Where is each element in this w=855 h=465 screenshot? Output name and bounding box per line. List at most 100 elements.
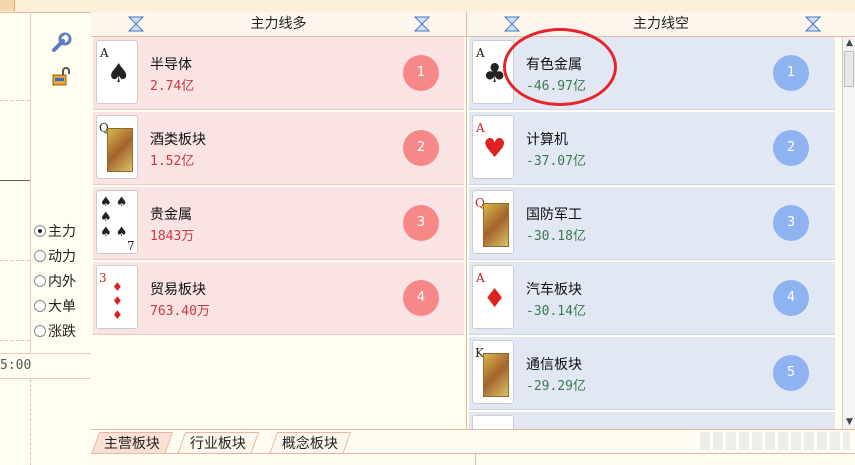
sector-name: 计算机 — [526, 132, 568, 148]
grid-line — [0, 100, 30, 101]
playing-card: A ♥ — [472, 115, 514, 179]
radio-dongli[interactable]: 动力 — [34, 245, 76, 267]
rank-badge: 5 — [773, 355, 809, 391]
radio-zhuli[interactable]: 主力 — [34, 220, 76, 242]
radio-zhangdie[interactable]: 涨跌 — [34, 320, 76, 342]
corner-button[interactable] — [0, 0, 15, 11]
radio-button[interactable] — [34, 300, 46, 312]
radio-button[interactable] — [34, 225, 46, 237]
lower-chart-area — [0, 378, 90, 465]
spade-icon: ♠ — [107, 59, 131, 89]
card-rank: A — [476, 121, 485, 135]
rank-badge: 3 — [403, 205, 439, 241]
rank-badge: 2 — [773, 130, 809, 166]
chart-baseline — [0, 180, 30, 181]
face-card-art — [107, 128, 133, 172]
expand-icon[interactable] — [127, 16, 145, 32]
list-item[interactable]: A ♥ 计算机 -37.07亿 2 — [469, 112, 835, 185]
radio-button[interactable] — [34, 275, 46, 287]
scroll-up-icon[interactable]: ▲ — [843, 37, 855, 50]
sector-value: 1.52亿 — [150, 154, 195, 169]
collapse-icon[interactable] — [413, 16, 431, 32]
radio-button[interactable] — [34, 250, 46, 262]
heart-icon: ♥ — [483, 134, 507, 164]
expand-icon[interactable] — [503, 16, 521, 32]
face-card-art — [483, 353, 509, 397]
sector-value: -37.07亿 — [526, 154, 586, 169]
tab-label: 概念板块 — [281, 436, 338, 452]
rank-badge: 1 — [773, 55, 809, 91]
grid-line — [0, 340, 30, 341]
playing-card: A ♦ — [472, 265, 514, 329]
list-item[interactable] — [469, 412, 835, 430]
scrollbar-thumb[interactable] — [844, 51, 854, 87]
playing-card: A ♠ — [96, 40, 138, 104]
status-bar — [91, 453, 855, 465]
tab-industry[interactable]: 行业板块 — [176, 432, 260, 455]
list-item[interactable]: 3 ♦ ♦ ♦ 贸易板块 763.40万 4 — [93, 262, 464, 335]
radio-label: 内外 — [48, 274, 76, 290]
card-rank: A — [476, 46, 485, 60]
rank-badge: 2 — [403, 130, 439, 166]
diamond-icon: ♦ — [483, 284, 507, 314]
panel-title: 主力线空 — [633, 16, 689, 32]
sector-value: -30.14亿 — [526, 304, 586, 319]
rank-badge: 4 — [403, 280, 439, 316]
sector-name: 汽车板块 — [526, 282, 582, 298]
list-item[interactable]: K 通信板块 -29.29亿 5 — [469, 337, 835, 410]
list-item[interactable]: A ♠ 半导体 2.74亿 1 — [93, 37, 464, 110]
mini-chart-area — [0, 12, 31, 353]
playing-card: Q — [96, 115, 138, 179]
panel-title: 主力线多 — [250, 16, 307, 32]
radio-button[interactable] — [34, 325, 46, 337]
sector-name: 贸易板块 — [150, 282, 206, 298]
wrench-icon[interactable] — [50, 32, 72, 54]
rank-badge: 4 — [773, 280, 809, 316]
grid-line — [0, 260, 30, 261]
time-label: 5:00 — [0, 358, 32, 373]
spade-icon: ♠ ♠ ♠ ♠ ♠ — [100, 195, 128, 240]
watermark — [700, 432, 850, 450]
collapse-icon[interactable] — [804, 16, 822, 32]
tab-main-business[interactable]: 主营板块 — [90, 432, 174, 455]
radio-label: 大单 — [48, 299, 76, 315]
unlock-icon[interactable] — [50, 66, 72, 88]
tab-label: 行业板块 — [189, 436, 246, 452]
highlight-annotation — [503, 28, 617, 106]
rank-badge: 3 — [773, 205, 809, 241]
playing-card: 3 ♦ ♦ ♦ — [96, 265, 138, 329]
bullish-panel: 主力线多 A ♠ 半导体 2.74亿 1 Q 酒类板块 1.52亿 2 7 ♠ ♠ ♠… — [91, 12, 467, 429]
radio-label: 动力 — [48, 249, 76, 265]
card-rank: 7 — [127, 239, 135, 253]
panel-header: 主力线空 — [467, 12, 855, 37]
playing-card: K — [472, 340, 514, 404]
radio-label: 涨跌 — [48, 324, 76, 340]
playing-card: 7 ♠ ♠ ♠ ♠ ♠ — [96, 190, 138, 254]
list-item[interactable]: 7 ♠ ♠ ♠ ♠ ♠ 贵金属 1843万 3 — [93, 187, 464, 260]
sector-value: -29.29亿 — [526, 379, 586, 394]
sector-value: 1843万 — [150, 229, 195, 244]
list-item[interactable]: Q 国防军工 -30.18亿 3 — [469, 187, 835, 260]
vertical-scrollbar[interactable]: ▲ ▼ — [842, 37, 855, 429]
sector-name: 国防军工 — [526, 207, 582, 223]
card-rank: A — [100, 46, 109, 60]
radio-dadan[interactable]: 大单 — [34, 295, 76, 317]
sector-name: 半导体 — [150, 57, 192, 73]
panel-header: 主力线多 — [91, 12, 466, 37]
list-item[interactable]: A ♦ 汽车板块 -30.14亿 4 — [469, 262, 835, 335]
playing-card — [472, 415, 514, 429]
sector-value: 2.74亿 — [150, 79, 195, 94]
diamond-icon: ♦ ♦ ♦ — [112, 280, 123, 322]
scroll-down-icon[interactable]: ▼ — [843, 416, 855, 429]
sector-value: -30.18亿 — [526, 229, 586, 244]
radio-neiwai[interactable]: 内外 — [34, 270, 76, 292]
card-rank: A — [476, 271, 485, 285]
face-card-art — [483, 203, 509, 247]
sector-value: 763.40万 — [150, 304, 210, 319]
tab-concept[interactable]: 概念板块 — [268, 432, 352, 455]
sector-name: 贵金属 — [150, 207, 192, 223]
list-item[interactable]: Q 酒类板块 1.52亿 2 — [93, 112, 464, 185]
sector-name: 酒类板块 — [150, 132, 206, 148]
sector-name: 通信板块 — [526, 357, 582, 373]
card-rank: 3 — [99, 271, 107, 285]
